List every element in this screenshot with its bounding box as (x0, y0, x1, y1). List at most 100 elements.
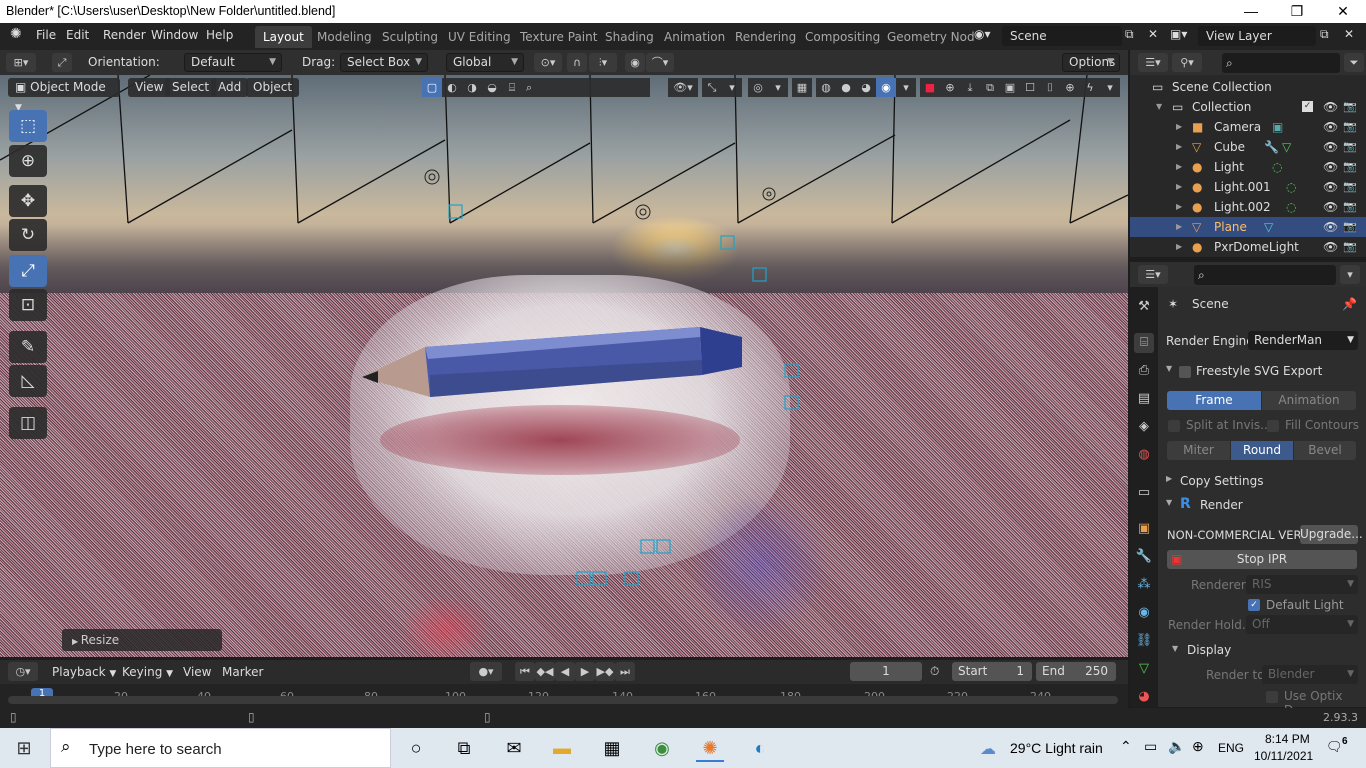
frame-icon[interactable]: ⧉ (980, 78, 1000, 97)
zoom-icon[interactable]: ⊕ (1060, 78, 1080, 97)
tray-expand-icon[interactable]: ⌃ (1120, 738, 1132, 755)
falloff-icon[interactable]: ⌒▾ (646, 53, 674, 72)
camera-icon[interactable]: 📷 (1343, 217, 1357, 237)
menu-keying[interactable]: Keying ▼ (122, 665, 173, 679)
render-icon[interactable]: ⌸ (502, 78, 522, 97)
move-tool-icon[interactable]: ✥ (9, 185, 47, 217)
collection-tab-icon[interactable]: ▭ (1134, 483, 1154, 503)
filter-icon[interactable]: ⏷ (1344, 53, 1364, 72)
outliner-item-cube[interactable]: ▶ ▽ Cube 🔧 ▽ 👁 📷 (1130, 137, 1366, 157)
gizmo-dropdown-icon[interactable]: ▾ (722, 78, 742, 97)
add-cube-tool-icon[interactable]: ◫ (9, 407, 47, 439)
measure-tool-icon[interactable]: ◺ (9, 365, 47, 397)
timeline-scrollbar[interactable] (8, 696, 1118, 704)
minimize-button[interactable]: — (1228, 0, 1274, 23)
menu-edit[interactable]: Edit (66, 28, 89, 42)
window-icon[interactable]: ☐ (1020, 78, 1040, 97)
weather-icon[interactable]: ☁ (980, 739, 996, 759)
expand-arrow-icon[interactable]: ▶ (1166, 474, 1172, 483)
eye-icon[interactable]: 👁 (1323, 197, 1338, 217)
keyframe-record-icon[interactable]: ●▾ (470, 662, 502, 681)
camera-render-icon[interactable]: ⌷ (1040, 78, 1060, 97)
editor-type-icon[interactable]: ⊞▾ (6, 53, 36, 72)
upgrade-button[interactable]: Upgrade... (1300, 525, 1363, 544)
proportional-edit-icon[interactable]: ◉ (625, 53, 645, 72)
tab-layout[interactable]: Layout (255, 26, 312, 48)
collapse-arrow-icon[interactable]: ▼ (1172, 644, 1178, 653)
output-tab-icon[interactable]: ⎙ (1134, 361, 1154, 381)
more-dropdown-icon[interactable]: ▾ (1100, 78, 1120, 97)
cortana-icon[interactable]: ○ (402, 734, 430, 762)
renderman-icon[interactable]: ■ (920, 78, 940, 97)
shading-sphere-icon[interactable]: ◒ (482, 78, 502, 97)
copy-settings-label[interactable]: Copy Settings (1180, 474, 1263, 488)
jump-end-icon[interactable]: ⏭ (615, 662, 635, 681)
play-reverse-icon[interactable]: ◀ (555, 662, 575, 681)
outliner-item-light-001[interactable]: ▶ ● Light.001 ◌ 👁 📷 (1130, 177, 1366, 197)
tab-compositing[interactable]: Compositing (797, 26, 888, 48)
gizmo-icon[interactable]: ⤡ (702, 78, 722, 97)
xray-icon[interactable]: ▦ (792, 78, 812, 97)
camera-icon[interactable]: 📷 (1343, 117, 1357, 137)
windows-start-icon[interactable]: ⊞ (10, 734, 38, 762)
shading-sphere-icon[interactable]: ◐ (442, 78, 462, 97)
outliner-collection[interactable]: ▼ ▭ Collection ✓ 👁 📷 (1130, 97, 1366, 117)
viewport-search-field[interactable]: ⌕ (522, 78, 650, 97)
new-scene-icon[interactable]: ⧉ (1125, 27, 1134, 42)
transform-orientation-dropdown[interactable]: Global ▼ (446, 53, 524, 72)
snap-target-icon[interactable]: ⫶▾ (589, 53, 617, 72)
particles-tab-icon[interactable]: ⁂ (1134, 575, 1154, 595)
constraints-tab-icon[interactable]: ⛓ (1134, 631, 1154, 651)
camera-icon[interactable]: 📷 (1343, 237, 1357, 257)
menu-playback[interactable]: Playback ▼ (52, 665, 116, 679)
use-optix-checkbox[interactable] (1266, 691, 1278, 703)
select-mode-icon[interactable]: ▢ (422, 78, 442, 97)
close-button[interactable]: ✕ (1320, 0, 1366, 23)
frame-toggle[interactable]: Frame (1167, 391, 1261, 410)
battery-icon[interactable]: ▭ (1144, 738, 1157, 755)
freestyle-svg-checkbox[interactable] (1179, 366, 1191, 378)
render-tab-icon[interactable]: ⌸ (1134, 333, 1154, 353)
visibility-icon[interactable]: 👁▾ (668, 78, 698, 97)
start-frame-field[interactable]: Start 1 (952, 662, 1032, 681)
edge-icon[interactable]: ◐ (746, 734, 774, 762)
menu-marker[interactable]: Marker (222, 665, 263, 679)
eye-icon[interactable]: 👁 (1323, 177, 1338, 197)
notification-icon[interactable]: 🗨 (1326, 739, 1343, 755)
tab-modeling[interactable]: Modeling (309, 26, 380, 48)
orientation-dropdown[interactable]: Default ▼ (184, 53, 282, 72)
outliner-scene-collection[interactable]: ▭ Scene Collection (1130, 77, 1366, 97)
round-toggle[interactable]: Round (1231, 441, 1293, 460)
menu-add[interactable]: Add (211, 78, 249, 97)
scale-tool-icon[interactable]: ⤢ (9, 255, 47, 287)
store-icon[interactable]: ▦ (598, 734, 626, 762)
remove-scene-icon[interactable]: ✕ (1148, 27, 1158, 41)
default-light-checkbox[interactable]: ✓ (1248, 599, 1260, 611)
options-dropdown[interactable]: Options ▼ (1062, 53, 1120, 72)
remove-view-layer-icon[interactable]: ✕ (1344, 27, 1354, 41)
tab-geometry-nodes[interactable]: Geometry Nod (879, 26, 983, 48)
properties-search-field[interactable]: ⌕ (1194, 265, 1336, 285)
eye-icon[interactable]: 👁 (1323, 157, 1338, 177)
transform-tool-icon[interactable]: ⊡ (9, 289, 47, 321)
volume-icon[interactable]: 🔈 (1168, 738, 1185, 755)
scene-selector-icon[interactable]: ◉▾ (974, 27, 991, 41)
display-mode-icon[interactable]: ⚲▾ (1172, 53, 1202, 72)
render-hold-dropdown[interactable]: Off ▼ (1246, 615, 1358, 634)
shading-dropdown-icon[interactable]: ▾ (896, 78, 916, 97)
miter-toggle[interactable]: Miter (1167, 441, 1230, 460)
end-frame-field[interactable]: End 250 (1036, 662, 1116, 681)
outliner-item-light-002[interactable]: ▶ ● Light.002 ◌ 👁 📷 (1130, 197, 1366, 217)
shading-sphere-icon[interactable]: ◑ (462, 78, 482, 97)
weather-text[interactable]: 29°C Light rain (1010, 740, 1103, 756)
image-icon[interactable]: ▣ (1000, 78, 1020, 97)
outliner-item-camera[interactable]: ▶ ■ Camera ▣ 👁 📷 (1130, 117, 1366, 137)
camera-icon[interactable]: 📷 (1343, 197, 1357, 217)
renderer-dropdown[interactable]: RIS ▼ (1246, 575, 1358, 594)
eye-icon[interactable]: 👁 (1323, 237, 1338, 257)
split-invis-checkbox[interactable] (1168, 420, 1180, 432)
outliner-item-light[interactable]: ▶ ● Light ◌ 👁 📷 (1130, 157, 1366, 177)
mail-icon[interactable]: ✉ (500, 734, 528, 762)
solid-shading-icon[interactable]: ● (836, 78, 856, 97)
view-layer-icon[interactable]: ▣▾ (1170, 27, 1187, 41)
